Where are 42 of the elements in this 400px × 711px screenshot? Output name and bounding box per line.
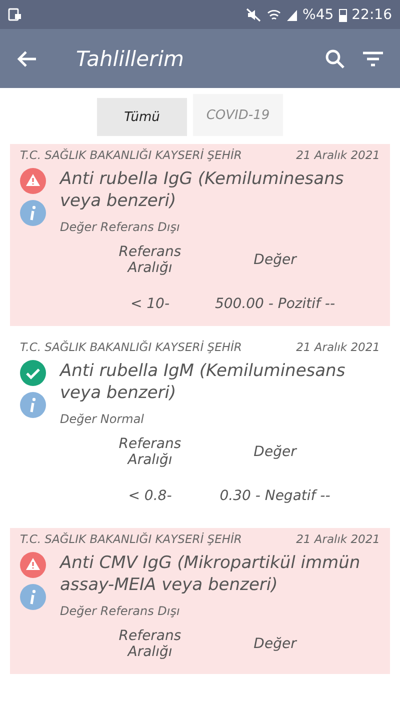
lab-name: T.C. SAĞLIK BAKANLIĞI KAYSERİ ŞEHİR [20,532,242,546]
result-date: 21 Aralık 2021 [296,532,380,546]
test-name: Anti rubella IgM (Kemiluminesans veya benzeri) [60,360,346,404]
reference-range: < 10- [129,296,171,312]
info-icon[interactable] [20,584,46,610]
clock: 22:16 [352,6,392,22]
result-status: Değer Referans Dışı [60,220,181,234]
test-name: Anti rubella IgG (Kemiluminesans veya benzeri) [60,168,345,212]
wifi-icon [266,8,281,22]
result-card[interactable]: T.C. SAĞLIK BAKANLIĞI KAYSERİ ŞEHİR 21 Aralık 2021 Anti CMV IgG (Mikropartikül immün assay-MEIA veya benzeri) Değer Referans Dışı Referans Aralığı Değer [10,528,390,674]
result-card[interactable]: T.C. SAĞLIK BAKANLIĞI KAYSERİ ŞEHİR 21 Aralık 2021 Anti rubella IgG (Kemiluminesans veya benzeri) Değer Referans Dışı Referans Aralığı Değer < 10- 500.00 - Pozitif -- [10,144,390,326]
column-header: Değer [252,444,298,460]
lab-name: T.C. SAĞLIK BAKANLIĞI KAYSERİ ŞEHİR [20,148,242,162]
lab-name: T.C. SAĞLIK BAKANLIĞI KAYSERİ ŞEHİR [20,340,242,354]
mute-icon [246,8,262,22]
page-title: Tahlillerim [76,46,185,70]
result-date: 21 Aralık 2021 [296,340,380,354]
warning-icon [20,168,46,194]
column-header: Değer [252,252,298,268]
column-header: Referans Aralığı [118,244,182,276]
column-header: Referans Aralığı [118,628,182,660]
info-icon[interactable] [20,200,46,226]
info-icon[interactable] [20,392,46,418]
filter-tab[interactable]: Tümü [97,98,187,136]
battery-icon [338,8,347,22]
signal-icon [286,8,298,22]
warning-icon [20,552,46,578]
result-status: Değer Normal [60,412,145,426]
filter-tab[interactable]: COVID-19 [193,94,283,136]
filter-icon [362,50,384,68]
screenshot-icon [8,8,22,22]
result-value: 500.00 - Pozitif -- [214,296,336,312]
column-header: Değer [252,636,298,652]
column-header: Referans Aralığı [118,436,182,468]
test-name: Anti CMV IgG (Mikropartikül immün assay-MEIA veya benzeri) [60,552,362,596]
reference-range: < 0.8- [127,488,173,504]
result-status: Değer Referans Dışı [60,604,181,618]
check-icon [20,360,46,386]
result-date: 21 Aralık 2021 [296,148,380,162]
result-value: 0.30 - Negatif -- [218,488,332,504]
search-icon [324,48,346,70]
battery-percent: %45 [302,6,334,22]
